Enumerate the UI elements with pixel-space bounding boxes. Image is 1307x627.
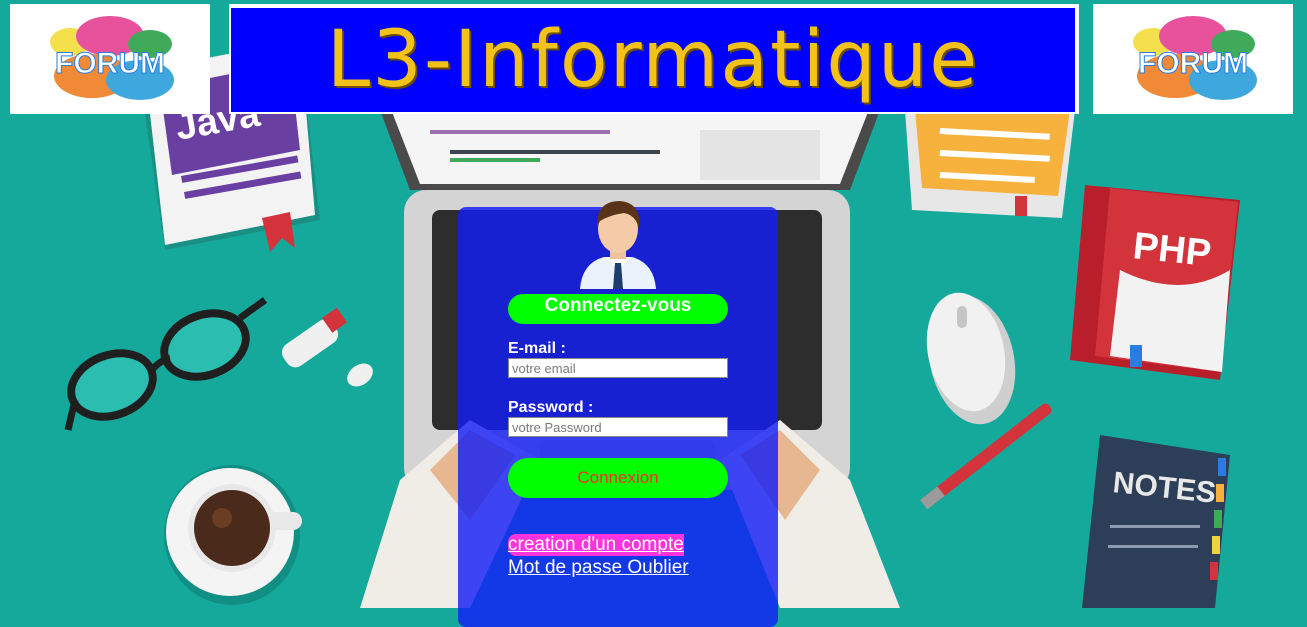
forum-logo-image: FORUM [50,16,174,100]
login-submit-button[interactable]: Connexion [508,458,728,498]
banner-background: L3-Informatique [231,8,1075,112]
logo-left-text: FORUM [55,47,165,80]
password-input[interactable] [508,417,728,437]
user-avatar-icon [580,201,656,289]
forum-logo-left: FORUM [10,4,210,114]
logo-right-text: FORUM [1138,47,1248,80]
forgot-password-link[interactable]: Mot de passe Oublier [508,557,689,579]
orange-book-illustration [905,110,1075,218]
login-form: Connectez-vous E-mail : Password : Conne… [458,201,778,627]
email-label: E-mail : [508,340,566,357]
login-heading: Connectez-vous [508,294,728,324]
php-book-title: PHP [1131,225,1213,275]
site-title: L3-Informatique [326,15,980,105]
password-label: Password : [508,399,594,416]
forum-logo-image: FORUM [1133,16,1257,100]
site-banner: L3-Informatique [229,4,1079,114]
create-account-link[interactable]: creation d'un compte [508,534,684,556]
forum-logo-right: FORUM [1093,4,1293,114]
email-input[interactable] [508,358,728,378]
notes-notebook-illustration: NOTES [1082,435,1230,608]
php-book-illustration: PHP [1070,185,1240,380]
